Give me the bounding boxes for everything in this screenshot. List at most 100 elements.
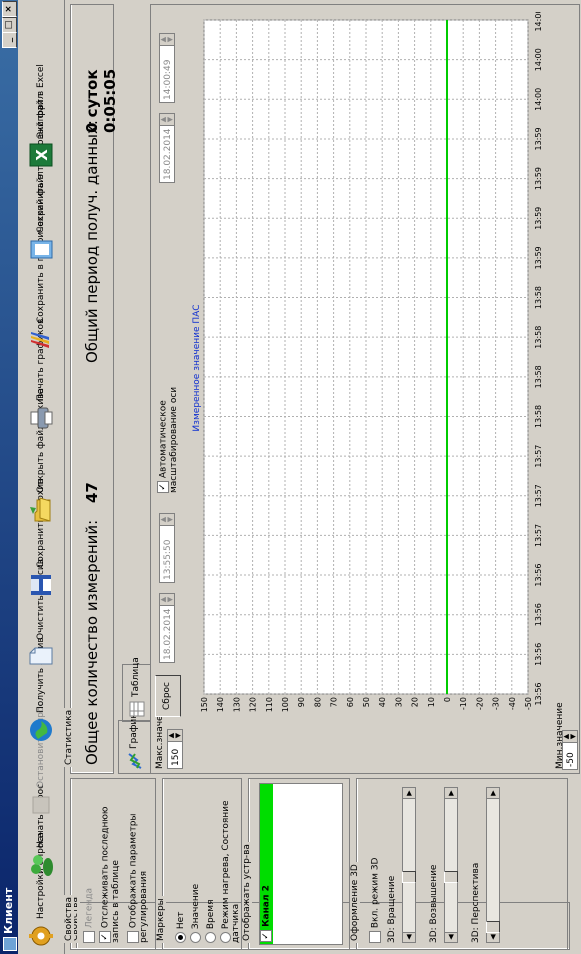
app-icon	[3, 937, 17, 951]
marker-time-radio[interactable]: Время	[205, 899, 216, 943]
date-to-field[interactable]: 18.02.2014 ▲ ▼	[159, 113, 175, 183]
date-from-field[interactable]: 18.02.2014 ▲ ▼	[159, 593, 175, 663]
rotate-right-arrow[interactable]: ▶	[402, 787, 416, 799]
chart-svg: 150 140 130 120 110 100 90 80 70 60 50 40 30 20 10 0 -10…	[200, 12, 543, 712]
x-tick-label: 13:59	[534, 167, 543, 190]
y-tick-label: 150	[200, 697, 209, 712]
table-tab-icon	[129, 701, 145, 717]
marker-time-radio-dot[interactable]	[205, 932, 216, 943]
x-tick-label: 14:00	[534, 48, 543, 71]
marker-value-radio-dot[interactable]	[190, 932, 201, 943]
rotate-label: 3D: Вращение	[387, 875, 397, 943]
marker-heat-radio-dot[interactable]	[220, 932, 231, 943]
rotate-track	[402, 797, 416, 933]
title-bar: Клиент _ □ ×	[0, 0, 18, 954]
y-tick-label: 80	[313, 697, 322, 707]
perspective-slider[interactable]: ◀ ▶	[483, 787, 501, 943]
paint-icon	[31, 332, 49, 348]
toolbar: Настройки опроса Начать опрос Остановить…	[18, 0, 65, 954]
x-tick-label: 13:59	[534, 246, 543, 269]
marker-value-radio[interactable]: Значение	[190, 884, 201, 943]
perspective-thumb[interactable]	[486, 921, 500, 933]
notepad-icon	[30, 240, 53, 259]
y-tick-label: 20	[411, 697, 420, 707]
perspective-track	[486, 797, 500, 933]
auto-scale-checkbox[interactable]: ✓ Автоматическое масштабирование оси	[157, 313, 179, 493]
marker-none-radio-dot[interactable]	[175, 932, 186, 943]
tab-chart[interactable]: График	[118, 713, 151, 774]
time-to-spin[interactable]: ▲ ▼	[159, 34, 174, 46]
elevation-slider[interactable]: ◀ ▶	[441, 787, 459, 943]
markers-group: Маркеры Нет Значение Время Режим нагрева…	[156, 778, 242, 950]
min-value-field[interactable]: -50 ▲ ▼	[562, 730, 578, 770]
max-label: Макс.значение	[155, 698, 165, 769]
track-last-checkbox[interactable]: ✓ Отслеживать последнюю запись в таблице	[99, 783, 121, 943]
date-to-spin[interactable]: ▲ ▼	[159, 114, 174, 126]
design3d-group: Оформление 3D Вкл. режим 3D 3D: Вращение…	[350, 778, 568, 950]
tab-table[interactable]: Таблица	[122, 657, 151, 722]
x-tick-label: 13:57	[534, 484, 543, 507]
y-tick-label: -50	[524, 697, 533, 710]
printer-icon	[30, 407, 53, 429]
auto-scale-check[interactable]: ✓	[157, 481, 169, 493]
enable-3d-check[interactable]	[369, 931, 381, 943]
y-tick-label: 30	[394, 697, 403, 707]
close-button[interactable]: ×	[2, 1, 17, 17]
elevation-track	[444, 797, 458, 933]
x-tick-label: 13:58	[534, 326, 543, 349]
enable-3d-checkbox[interactable]: Вкл. режим 3D	[369, 858, 381, 943]
date-from-spin[interactable]: ▲ ▼	[159, 594, 174, 606]
rotate-thumb[interactable]	[402, 871, 416, 883]
maximize-button[interactable]: □	[2, 17, 17, 33]
folder-open-icon	[30, 497, 51, 522]
stop-icon	[32, 796, 50, 814]
x-tick-label: 13:56	[534, 643, 543, 666]
x-tick-label: 13:56	[534, 682, 543, 705]
x-tick-label: 13:58	[534, 286, 543, 309]
y-tick-label: 120	[249, 697, 258, 712]
y-tick-label: 50	[362, 697, 371, 707]
perspective-right-arrow[interactable]: ▶	[486, 787, 500, 799]
minimize-button[interactable]: _	[2, 32, 17, 48]
min-spin[interactable]: ▲ ▼	[562, 731, 577, 743]
y-tick-label: 40	[378, 697, 387, 707]
elevation-label: 3D: Возвышение	[429, 864, 439, 943]
y-tick-label: 60	[346, 697, 355, 707]
y-tick-label: 130	[232, 697, 241, 712]
devices-group: Отображать устр-ва ✓ Канал 2	[242, 778, 350, 950]
y-tick-label: 100	[281, 697, 290, 712]
show-reg-check[interactable]	[127, 931, 139, 943]
period-label: Общий период получ. данных:	[83, 120, 101, 363]
y-tick-label: -40	[508, 697, 517, 710]
chart-area: Измеренное значение ПАС 150 140 130 120 110 1…	[190, 12, 550, 724]
marker-none-radio[interactable]: Нет	[175, 912, 186, 943]
x-tick-label: 13:58	[534, 365, 543, 388]
max-value-field[interactable]: 150 ▲ ▼	[167, 729, 183, 769]
devices-list: ✓ Канал 2	[259, 783, 343, 945]
elevation-thumb[interactable]	[444, 871, 458, 883]
x-tick-label: 13:57	[534, 445, 543, 468]
track-last-check[interactable]: ✓	[99, 931, 111, 943]
y-tick-label: 0	[443, 697, 452, 702]
y-tick-label: 90	[297, 697, 306, 707]
show-reg-checkbox[interactable]: Отображать параметры регулирования	[127, 783, 149, 943]
y-tick-label: -20	[475, 697, 484, 710]
marker-heat-radio[interactable]: Режим нагрева, Состояние датчика	[220, 783, 241, 943]
rotate-slider[interactable]: ◀ ▶	[399, 787, 417, 943]
svg-text:X: X	[33, 149, 51, 161]
legend-checkbox[interactable]: Легенда	[83, 888, 95, 943]
window-title: Клиент	[2, 887, 15, 934]
elevation-right-arrow[interactable]: ▶	[444, 787, 458, 799]
time-to-field[interactable]: 14:00:49 ▲ ▼	[159, 33, 175, 103]
time-from-field[interactable]: 13:55:50 ▲ ▼	[159, 513, 175, 583]
x-tick-label: 13:59	[534, 127, 543, 150]
legend-check[interactable]	[83, 931, 95, 943]
reset-button[interactable]: Сброс	[155, 675, 181, 717]
device-check[interactable]: ✓	[260, 930, 272, 942]
time-from-spin[interactable]: ▲ ▼	[159, 514, 174, 526]
export-excel-button[interactable]: X Экспорт в Excel	[21, 64, 61, 169]
y-tick-label: 110	[265, 697, 274, 712]
max-spin[interactable]: ▲ ▼	[167, 730, 182, 742]
x-tick-label: 13:56	[534, 603, 543, 626]
device-item[interactable]: ✓ Канал 2	[260, 784, 273, 944]
